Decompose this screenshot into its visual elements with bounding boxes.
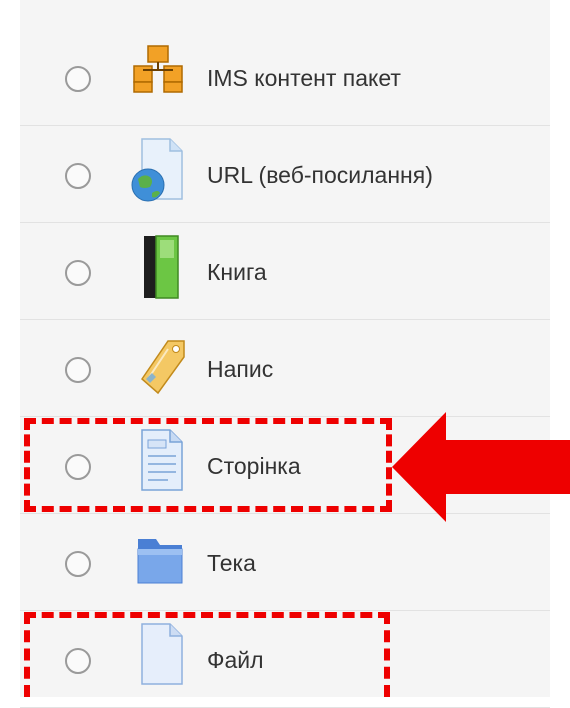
- url-globe-icon: [128, 133, 188, 205]
- radio-button[interactable]: [65, 163, 91, 189]
- activity-option-folder[interactable]: Тека: [20, 513, 550, 611]
- ims-package-icon: [128, 36, 188, 108]
- activity-option-url[interactable]: URL (веб-посилання): [20, 125, 550, 223]
- highlight-box-file: [24, 612, 390, 697]
- activity-option-book[interactable]: Книга: [20, 222, 550, 320]
- red-arrow-icon: [392, 412, 570, 522]
- radio-button[interactable]: [65, 66, 91, 92]
- activity-label: Книга: [207, 259, 267, 285]
- activity-label: URL (веб-посилання): [207, 162, 433, 188]
- activity-option-ims[interactable]: IMS контент пакет: [20, 28, 550, 126]
- highlight-box-page: [24, 418, 392, 512]
- activity-label: Тека: [207, 550, 256, 576]
- activity-label: IMS контент пакет: [207, 65, 401, 91]
- folder-icon: [128, 521, 188, 593]
- radio-button[interactable]: [65, 260, 91, 286]
- radio-button[interactable]: [65, 551, 91, 577]
- label-tag-icon: [128, 327, 188, 399]
- radio-button[interactable]: [65, 357, 91, 383]
- book-icon: [128, 230, 188, 302]
- activity-option-label[interactable]: Напис: [20, 319, 550, 417]
- activity-label: Напис: [207, 356, 274, 382]
